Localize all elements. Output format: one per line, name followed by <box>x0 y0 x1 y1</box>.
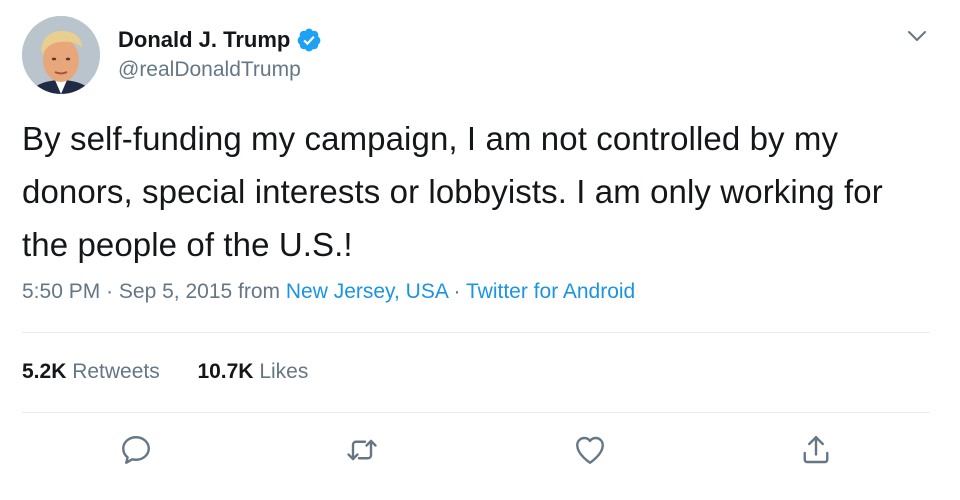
likes-label: Likes <box>259 360 309 383</box>
retweets-count: 5.2K <box>22 360 67 383</box>
retweet-icon[interactable] <box>344 432 380 468</box>
chevron-down-icon[interactable] <box>904 26 930 46</box>
heart-icon[interactable] <box>572 432 608 468</box>
tweet-date[interactable]: Sep 5, 2015 <box>119 280 232 303</box>
author-handle[interactable]: @realDonaldTrump <box>118 58 301 82</box>
likes-stat[interactable]: 10.7K Likes <box>197 360 308 383</box>
tweet-card: Donald J. Trump @realDonaldTrump By self… <box>0 0 960 500</box>
retweets-stat[interactable]: 5.2K Retweets <box>22 360 160 383</box>
avatar[interactable] <box>22 16 100 94</box>
tweet-time[interactable]: 5:50 PM <box>22 280 100 303</box>
profile-photo-icon <box>22 16 100 94</box>
tweet-meta: 5:50 PM · Sep 5, 2015 from New Jersey, U… <box>22 280 635 304</box>
meta-separator-2: · <box>453 280 461 303</box>
likes-count: 10.7K <box>197 360 254 383</box>
meta-separator: · <box>106 280 114 303</box>
location-link[interactable]: New Jersey, USA <box>286 280 448 303</box>
tweet-text: By self-funding my campaign, I am not co… <box>22 120 883 263</box>
action-bar <box>0 432 960 472</box>
share-icon[interactable] <box>798 432 834 468</box>
tweet-stats: 5.2K Retweets 10.7K Likes <box>22 360 308 384</box>
divider-top <box>22 332 930 333</box>
author-name-row: Donald J. Trump <box>118 26 322 54</box>
divider-bottom <box>22 412 930 413</box>
display-name[interactable]: Donald J. Trump <box>118 27 290 53</box>
from-label: from <box>238 280 281 303</box>
retweets-label: Retweets <box>72 360 160 383</box>
reply-icon[interactable] <box>118 432 154 468</box>
verified-badge-icon <box>296 27 322 53</box>
source-link[interactable]: Twitter for Android <box>466 280 635 303</box>
